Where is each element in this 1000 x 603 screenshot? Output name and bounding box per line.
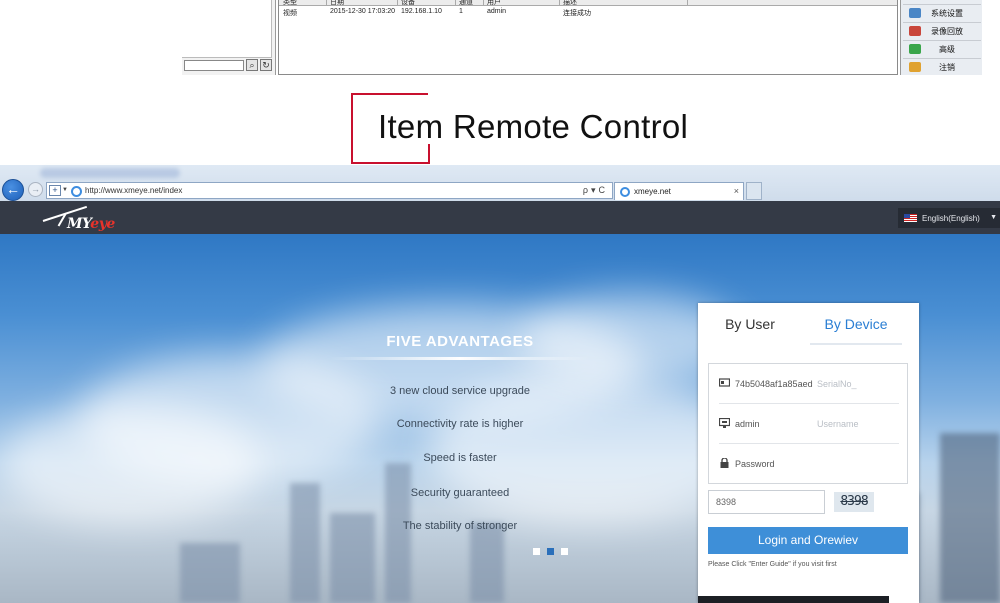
browser-chrome: ← → + ▼ http://www.xmeye.net/index ρ▾C x… [0,165,1000,201]
captcha-image[interactable]: 8398 [834,492,874,512]
legacy-device-tree[interactable] [182,0,272,58]
legacy-cell-channel: 1 [459,8,463,15]
legacy-cell-date: 2015-12-30 17:03:20 [330,8,395,15]
lock-icon [720,458,729,468]
login-fields: 74b5048af1a85aed SerialNo_ admin Usernam… [708,363,908,484]
language-selector[interactable]: English(English) ▼ [898,208,1000,228]
monitor-icon [719,418,730,428]
legacy-menu-logout[interactable]: 注销 [903,58,981,75]
password-placeholder: Password [735,459,775,469]
legacy-search-input[interactable] [184,60,244,71]
address-bar[interactable]: + ▼ http://www.xmeye.net/index ρ▾C [46,182,613,199]
advantages-underline [330,357,590,360]
legacy-cell-device: 192.168.1.10 [401,8,442,15]
add-favorite-icon[interactable]: + [49,185,61,196]
film-icon [909,26,921,36]
legacy-cell-user: admin [487,8,507,15]
legacy-cell-type: 视频 [283,10,297,17]
chevron-down-icon[interactable]: ▼ [62,187,68,193]
login-tabs: By User By Device [698,303,919,345]
serial-field[interactable]: 74b5048af1a85aed SerialNo_ [719,364,899,404]
settings-icon [909,8,921,18]
site-navbar [0,201,1000,234]
login-panel-bottom-bar [698,596,889,603]
advantage-item: Connectivity rate is higher [396,418,524,430]
carousel-dot-active[interactable] [547,548,554,555]
legacy-menu-label: 注销 [939,62,955,72]
legacy-menu-advanced[interactable]: 高级 [903,40,981,57]
legacy-side-menu: 系统设置 录像回放 高级 注销 [900,0,982,75]
username-field[interactable]: admin Username [719,404,899,444]
ie-site-icon [620,187,630,197]
us-flag-icon [904,214,917,222]
login-panel: By User By Device 74b5048af1a85aed Seria… [698,303,919,603]
legacy-table-header [279,0,897,6]
serial-value: 74b5048af1a85aed [735,379,813,389]
down-arrow-icon [909,44,921,54]
tab-title: xmeye.net [634,187,671,196]
password-field[interactable]: Password [719,444,899,484]
browser-tab[interactable]: xmeye.net × [614,182,744,200]
legacy-menu-label: 录像回放 [931,26,963,36]
device-icon [719,378,730,387]
carousel-dot[interactable] [561,548,568,555]
search-icon[interactable]: ⌕ [246,59,258,71]
address-url[interactable]: http://www.xmeye.net/index [85,186,182,195]
username-value: admin [735,419,760,429]
legacy-log-table: 类型 日期 设备 通道 用户 描述 视频 2015-12-30 17:03:20… [278,0,898,75]
legacy-col-desc: 描述 [563,0,577,6]
advantages-title: FIVE ADVANTAGES [386,333,534,350]
caret-down-icon: ▼ [990,214,997,221]
logo-suffix: eye [90,216,115,232]
legacy-col-type: 类型 [283,0,297,6]
refresh-icon[interactable]: ↻ [260,59,272,71]
section-heading: Item Remote Control [378,108,689,145]
serial-placeholder: SerialNo_ [817,379,857,389]
xmeye-logo[interactable]: MYeye [42,205,123,236]
captcha-input[interactable]: 8398 [708,490,825,514]
legacy-col-device: 设备 [401,0,415,6]
new-tab-button[interactable] [746,182,762,200]
tab-by-device[interactable]: By Device [810,303,902,345]
login-button[interactable]: Login and Orewiev [708,527,908,554]
legacy-menu-label: 系统设置 [931,8,963,18]
close-icon[interactable]: × [734,186,739,196]
logo-prefix: MY [67,216,91,232]
ie-site-icon [71,186,82,197]
legacy-device-tree-panel: ⌕ ↻ [182,0,276,75]
legacy-menu-system-settings[interactable]: 系统设置 [903,4,981,21]
forward-arrow-icon[interactable]: → [28,182,43,197]
legacy-menu-playback[interactable]: 录像回放 [903,22,981,39]
legacy-col-date: 日期 [330,0,344,6]
username-placeholder: Username [817,419,859,429]
legacy-client-window: ⌕ ↻ 类型 日期 设备 通道 用户 描述 视频 2015-12-30 17:0… [182,0,982,75]
legacy-menu-label: 高级 [939,44,955,54]
address-tools[interactable]: ρ▾C [583,185,608,196]
legacy-col-channel: 通道 [459,0,473,6]
carousel-dot[interactable] [533,548,540,555]
back-arrow-icon[interactable]: ← [2,179,24,201]
advantage-item: 3 new cloud service upgrade [389,385,531,397]
first-visit-hint: Please Click "Enter Guide" if you visit … [708,561,837,568]
advantage-item: The stability of stronger [402,520,518,532]
tab-by-user[interactable]: By User [698,303,802,345]
legacy-col-user: 用户 [487,0,501,6]
advantage-item: Speed is faster [423,452,497,464]
legacy-cell-desc: 连接成功 [563,10,591,17]
language-label: English(English) [922,214,980,223]
users-icon [909,62,921,72]
advantage-item: Security guaranteed [410,487,510,499]
